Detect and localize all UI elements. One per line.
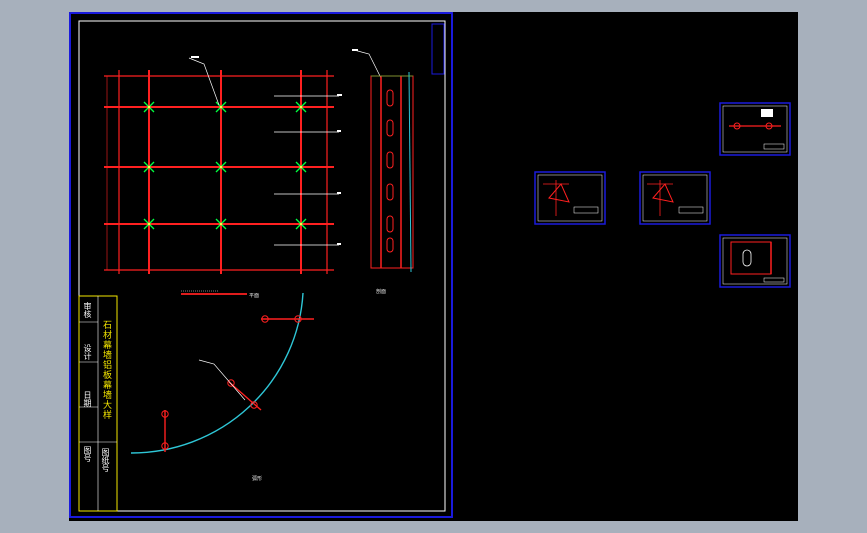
title-cell-drawing-no: 图号	[83, 446, 92, 462]
sheet-border	[78, 20, 446, 512]
detail-thumbnail-1[interactable]	[534, 171, 606, 225]
section-strip	[370, 71, 414, 273]
leader-lines	[188, 49, 382, 246]
title-cell-date: 日期	[83, 391, 92, 407]
cad-viewport[interactable]: 剖面 弧形 平面 审核 设计 日期 图号 石材幕墙铝板幕墙大样 图纸号	[69, 12, 798, 521]
detail-thumbnail-2[interactable]	[639, 171, 711, 225]
sheet-tab	[431, 23, 445, 75]
bolt-nodes	[143, 101, 307, 230]
detail-thumbnail-4[interactable]	[719, 234, 791, 288]
sheet-outer-frame	[69, 12, 453, 518]
drawing-main-title: 石材幕墙铝板幕墙大样	[101, 320, 111, 420]
curved-section	[130, 290, 314, 454]
section-label: 剖面	[376, 288, 386, 295]
title-block-text: 审核 设计 日期 图号 石材幕墙铝板幕墙大样 图纸号	[79, 296, 117, 511]
elevation-grid	[104, 70, 334, 274]
curve-label: 弧形	[252, 475, 262, 482]
title-cell-design: 设计	[83, 344, 92, 360]
drawing-canvas: 剖面 弧形 平面	[69, 12, 791, 518]
title-cell-review: 审核	[83, 302, 92, 318]
title-field-right: 图纸号	[101, 448, 110, 472]
detail-thumbnail-3[interactable]	[719, 102, 791, 156]
plan-label: 平面	[249, 293, 259, 299]
